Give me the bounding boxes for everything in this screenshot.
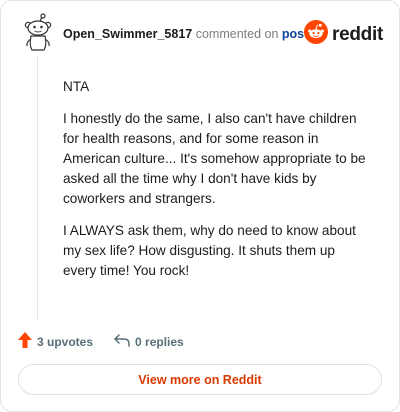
snoo-avatar-icon[interactable] <box>20 13 56 53</box>
comment-paragraph: I honestly do the same, I also can't hav… <box>63 111 366 206</box>
comment-paragraph: NTA <box>63 79 90 94</box>
comment-body: NTA I honestly do the same, I also can't… <box>63 77 369 293</box>
comment-paragraph: I ALWAYS ask them, why do need to know a… <box>63 223 356 278</box>
reddit-logo-icon <box>304 20 329 49</box>
reply-count: 0 replies <box>135 334 184 349</box>
upvote-arrow-icon <box>17 331 33 352</box>
reply-button[interactable]: 0 replies <box>113 332 184 351</box>
reddit-wordmark: reddit <box>332 23 383 45</box>
reply-arrow-icon <box>113 332 131 351</box>
upvote-button[interactable]: 3 upvotes <box>17 331 93 352</box>
thread-line <box>37 57 38 319</box>
view-more-button[interactable]: View more on Reddit <box>18 364 382 395</box>
username-link[interactable]: Open_Swimmer_5817 <box>63 27 192 41</box>
comment-header: Open_Swimmer_5817 commented on post <box>63 26 308 42</box>
commented-on-text: commented on <box>195 27 279 41</box>
reddit-brand[interactable]: reddit <box>304 20 383 49</box>
upvote-count: 3 upvotes <box>37 334 94 349</box>
comment-card: Open_Swimmer_5817 commented on post redd… <box>0 0 400 412</box>
comment-actions: 3 upvotes 0 replies <box>17 331 184 352</box>
